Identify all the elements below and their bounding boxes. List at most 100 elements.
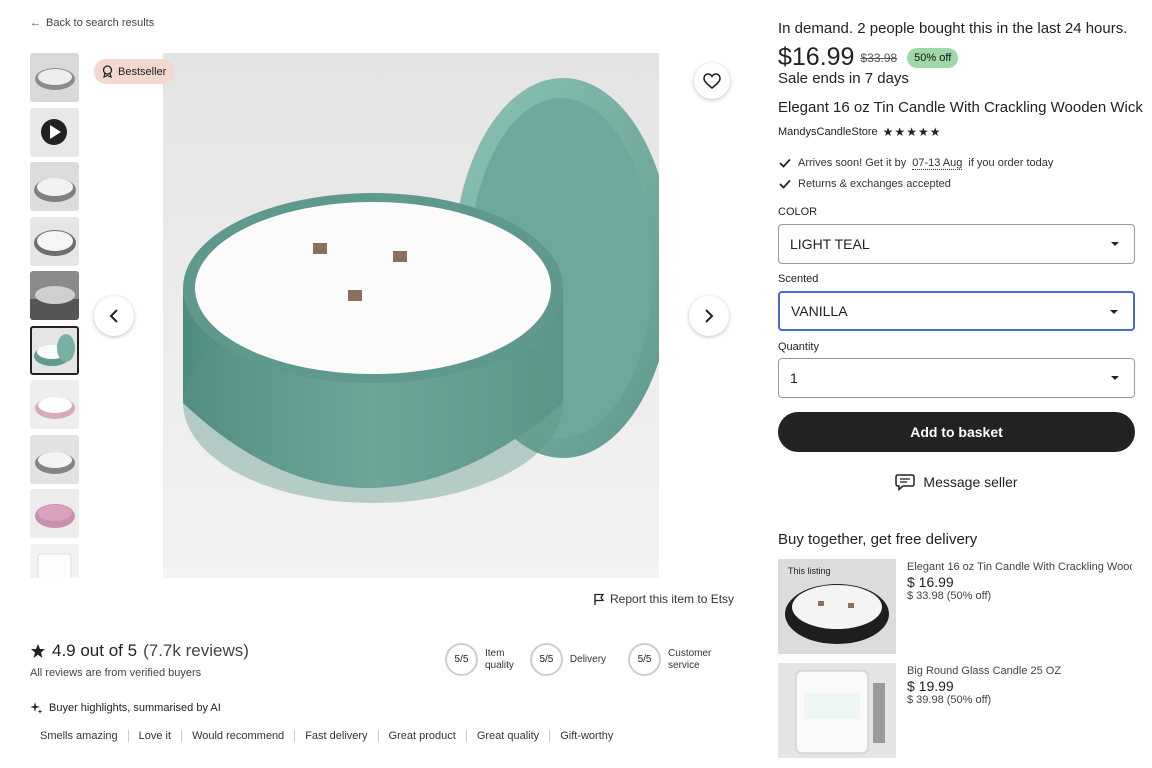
bundle-item-price: $ 19.99 <box>907 678 954 694</box>
sparkle-icon <box>30 702 43 714</box>
scent-value: VANILLA <box>791 303 848 319</box>
arrival-suffix: if you order today <box>968 157 1054 169</box>
thumbnail-10[interactable] <box>30 543 79 578</box>
check-icon <box>779 179 791 189</box>
thumbnail-video[interactable] <box>30 107 79 157</box>
chat-bubble-icon <box>895 474 916 491</box>
thumbnail-5[interactable] <box>30 271 79 320</box>
store-name-link[interactable]: MandysCandleStore <box>778 126 878 138</box>
price-row: $16.99 $33.98 50% off <box>778 43 959 72</box>
thumbnail-6-active[interactable] <box>30 325 79 375</box>
tag-fast-delivery[interactable]: Fast delivery <box>295 730 379 742</box>
quantity-value: 1 <box>790 370 798 386</box>
arrow-left-icon: ← <box>30 17 41 29</box>
reviews-count[interactable]: (7.7k reviews) <box>143 641 249 661</box>
bundle-item-original-price: $ 39.98 (50% off) <box>907 694 992 706</box>
heart-icon <box>703 73 721 89</box>
bundle-item[interactable]: This listing Elegant 16 oz Tin Candle Wi… <box>778 559 1135 654</box>
bundle-item-image: This listing <box>778 559 896 654</box>
thumbnail-9[interactable] <box>30 489 79 538</box>
color-value: LIGHT TEAL <box>790 236 870 252</box>
bundle-item-original-price: $ 33.98 (50% off) <box>907 590 992 602</box>
thumbnail-8[interactable] <box>30 434 79 484</box>
rating-text: 4.9 out of 5 <box>52 641 138 660</box>
product-title: Elegant 16 oz Tin Candle With Crackling … <box>778 99 1143 116</box>
score-item-quality: 5/5 Item quality <box>445 643 514 676</box>
check-icon <box>779 158 791 168</box>
chevron-left-icon <box>109 309 118 323</box>
score-label: Item quality <box>485 647 514 671</box>
chevron-down-icon <box>1110 310 1118 314</box>
bestseller-badge: Bestseller <box>94 59 175 84</box>
arrival-estimate: Arrives soon! Get it by 07-13 Aug if you… <box>778 156 1053 170</box>
flag-icon <box>594 593 605 605</box>
sale-ends-notice: Sale ends in 7 days <box>778 70 909 87</box>
tag-would-recommend[interactable]: Would recommend <box>182 730 296 742</box>
thumbnail-strip <box>30 53 79 578</box>
bundle-heading: Buy together, get free delivery <box>778 531 978 548</box>
bestseller-label: Bestseller <box>118 65 167 78</box>
sale-price: $16.99 <box>778 43 855 71</box>
returns-label: Returns & exchanges accepted <box>798 178 951 190</box>
reviews-summary: 4.9 out of 5 (7.7k reviews) <box>30 641 249 661</box>
ai-summary-label: Buyer highlights, summarised by AI <box>49 701 221 714</box>
reviews-verified-note: All reviews are from verified buyers <box>30 667 202 679</box>
store-rating-stars[interactable]: ★★★★★ <box>883 125 942 139</box>
review-scores: 5/5 Item quality 5/5 Delivery 5/5 Custome… <box>445 643 727 676</box>
star-icon <box>31 644 45 658</box>
next-image-button[interactable] <box>689 296 729 336</box>
quantity-select[interactable]: 1 <box>778 358 1135 398</box>
bundle-item-price: $ 16.99 <box>907 574 954 590</box>
report-label: Report this item to Etsy <box>610 592 735 606</box>
award-icon <box>102 65 113 78</box>
arrival-dates[interactable]: 07-13 Aug <box>912 157 963 170</box>
thumbnail-3[interactable] <box>30 162 79 211</box>
thumbnail-4[interactable] <box>30 216 79 266</box>
color-label: COLOR <box>778 206 818 218</box>
previous-image-button[interactable] <box>94 296 134 336</box>
original-price: $33.98 <box>860 50 898 65</box>
demand-notice: In demand. 2 people bought this in the l… <box>778 20 1128 37</box>
scent-select[interactable]: VANILLA <box>778 291 1135 331</box>
favorite-button[interactable] <box>694 63 730 99</box>
scent-label: Scented <box>778 273 819 285</box>
discount-badge: 50% off <box>907 47 959 68</box>
arrival-prefix: Arrives soon! Get it by <box>798 157 907 169</box>
thumbnail-1[interactable] <box>30 53 79 102</box>
quantity-label: Quantity <box>778 341 819 353</box>
bundle-item-info: Big Round Glass Candle 25 OZ $ 19.99 $ 3… <box>907 665 1132 706</box>
bundle-item[interactable]: Big Round Glass Candle 25 OZ $ 19.99 $ 3… <box>778 663 1135 758</box>
back-to-search-link[interactable]: ← Back to search results <box>30 17 154 29</box>
ai-summary-heading: Buyer highlights, summarised by AI <box>30 701 221 714</box>
tag-love-it[interactable]: Love it <box>129 730 183 742</box>
chevron-down-icon <box>1111 242 1119 246</box>
tag-gift-worthy[interactable]: Gift-worthy <box>550 730 623 742</box>
returns-policy: Returns & exchanges accepted <box>778 177 951 191</box>
this-listing-tag: This listing <box>788 566 831 576</box>
bundle-item-name: Big Round Glass Candle 25 OZ <box>907 665 1062 677</box>
report-item-link[interactable]: Report this item to Etsy <box>593 592 734 606</box>
back-link-label: Back to search results <box>46 17 155 29</box>
tag-smells-amazing[interactable]: Smells amazing <box>30 730 129 742</box>
tag-great-product[interactable]: Great product <box>379 730 467 742</box>
bundle-item-name: Elegant 16 oz Tin Candle With Crackling … <box>907 561 1132 573</box>
message-seller-button[interactable]: Message seller <box>778 464 1135 500</box>
color-select[interactable]: LIGHT TEAL <box>778 224 1135 264</box>
score-label: Customer service <box>668 647 712 671</box>
store-row: MandysCandleStore ★★★★★ <box>778 125 941 139</box>
review-highlight-tags: Smells amazing Love it Would recommend F… <box>30 730 623 742</box>
bundle-item-image <box>778 663 896 758</box>
chevron-down-icon <box>1111 376 1119 380</box>
score-customer-service: 5/5 Customer service <box>628 643 711 676</box>
score-ring: 5/5 <box>628 643 662 676</box>
thumbnail-7[interactable] <box>30 380 79 429</box>
main-product-image <box>163 53 659 578</box>
score-ring: 5/5 <box>529 643 563 676</box>
add-to-basket-button[interactable]: Add to basket <box>778 412 1135 452</box>
bundle-item-info: Elegant 16 oz Tin Candle With Crackling … <box>907 561 1132 602</box>
tag-great-quality[interactable]: Great quality <box>467 730 551 742</box>
score-delivery: 5/5 Delivery <box>529 643 612 676</box>
chevron-right-icon <box>705 309 714 323</box>
score-ring: 5/5 <box>445 643 478 676</box>
message-seller-label: Message seller <box>923 474 1018 490</box>
